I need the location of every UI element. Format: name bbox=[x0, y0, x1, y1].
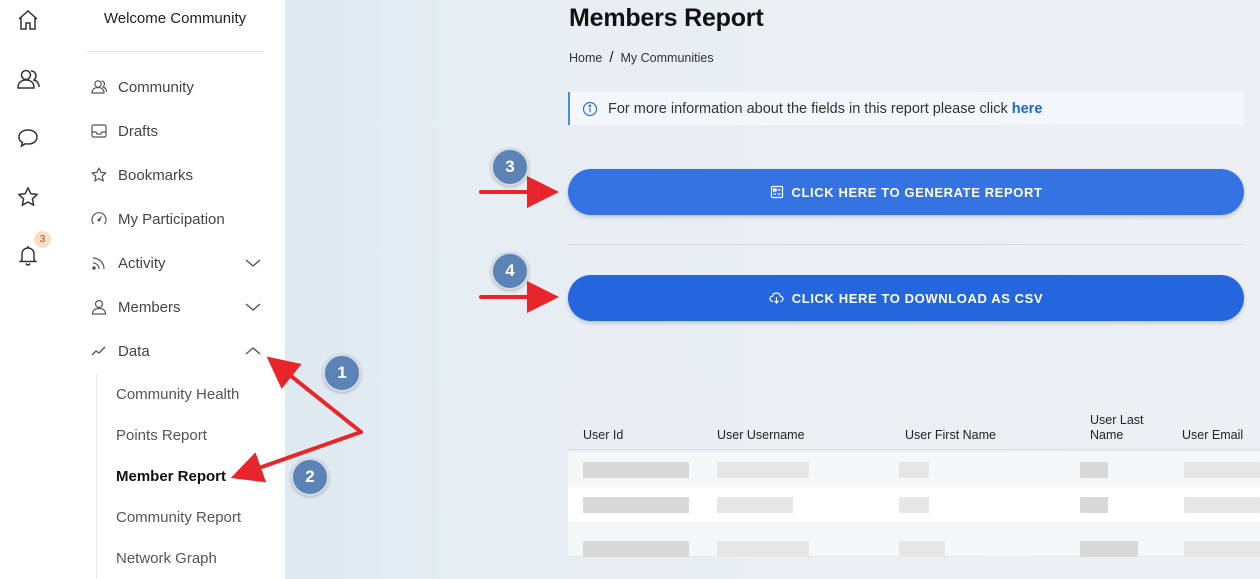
redacted-cell bbox=[899, 541, 945, 557]
redacted-cell bbox=[1184, 462, 1260, 478]
rss-icon bbox=[88, 254, 110, 272]
redacted-cell bbox=[1080, 497, 1108, 513]
breadcrumb-home[interactable]: Home bbox=[569, 51, 602, 65]
sidebar-item-data[interactable]: Data bbox=[86, 336, 264, 366]
column-header[interactable]: User Id bbox=[583, 428, 623, 443]
breadcrumb-my-communities[interactable]: My Communities bbox=[621, 51, 714, 65]
download-csv-label: CLICK HERE TO DOWNLOAD AS CSV bbox=[791, 290, 1044, 306]
generate-report-label: CLICK HERE TO GENERATE REPORT bbox=[791, 184, 1043, 200]
redacted-cell bbox=[583, 497, 689, 513]
submenu-item-community-report[interactable]: Community Report bbox=[116, 509, 241, 526]
sidebar-item-label: Community bbox=[118, 78, 194, 96]
chevron-down-icon[interactable] bbox=[244, 254, 262, 272]
step-marker-3: 3 bbox=[491, 148, 529, 186]
icon-rail: 3 bbox=[0, 0, 64, 579]
step-marker-2: 2 bbox=[291, 458, 329, 496]
sidebar-item-drafts[interactable]: Drafts bbox=[86, 116, 264, 146]
sidebar-item-label: Drafts bbox=[118, 122, 159, 140]
home-icon[interactable] bbox=[14, 6, 42, 34]
trend-icon bbox=[88, 342, 110, 360]
table-header: User Id User Username User First Name Us… bbox=[568, 410, 1260, 450]
sidebar-item-label: Activity bbox=[118, 254, 166, 272]
sidebar-item-label: Data bbox=[118, 342, 150, 360]
star-outline-icon bbox=[88, 166, 110, 184]
cloud-download-icon bbox=[769, 291, 784, 305]
column-header[interactable]: User Email bbox=[1182, 428, 1243, 443]
generate-report-button[interactable]: CLICK HERE TO GENERATE REPORT bbox=[568, 169, 1244, 215]
table-row[interactable] bbox=[568, 452, 1260, 487]
chevron-up-icon[interactable] bbox=[244, 342, 262, 360]
column-header[interactable]: User Username bbox=[717, 428, 805, 443]
sidebar-item-members[interactable]: Members bbox=[86, 292, 264, 322]
person-icon bbox=[88, 298, 110, 316]
info-text: For more information about the fields in… bbox=[608, 100, 1008, 117]
sidebar-item-label: Members bbox=[118, 298, 181, 316]
submenu-rail bbox=[96, 374, 97, 579]
column-header[interactable]: User First Name bbox=[905, 428, 996, 443]
chevron-down-icon[interactable] bbox=[244, 298, 262, 316]
submenu-item-member-report[interactable]: Member Report bbox=[116, 468, 226, 485]
chat-icon[interactable] bbox=[14, 124, 42, 152]
breadcrumb-separator: / bbox=[609, 49, 614, 66]
submenu-item-community-health[interactable]: Community Health bbox=[116, 386, 239, 403]
sidebar-item-my-participation[interactable]: My Participation bbox=[86, 204, 264, 234]
submenu-item-network-graph[interactable]: Network Graph bbox=[116, 550, 217, 567]
redacted-cell bbox=[899, 497, 929, 513]
report-icon bbox=[770, 185, 784, 199]
redacted-cell bbox=[1184, 541, 1260, 557]
redacted-cell bbox=[717, 541, 809, 557]
sidebar-item-bookmarks[interactable]: Bookmarks bbox=[86, 160, 264, 190]
download-csv-button[interactable]: CLICK HERE TO DOWNLOAD AS CSV bbox=[568, 275, 1244, 321]
gauge-icon bbox=[88, 210, 110, 228]
divider bbox=[568, 244, 1244, 245]
divider bbox=[86, 51, 264, 52]
redacted-cell bbox=[583, 541, 689, 557]
sidebar-item-activity[interactable]: Activity bbox=[86, 248, 264, 278]
redacted-cell bbox=[1080, 541, 1138, 557]
redacted-cell bbox=[1184, 497, 1260, 513]
redacted-cell bbox=[583, 462, 689, 478]
submenu-item-points-report[interactable]: Points Report bbox=[116, 427, 207, 444]
info-icon bbox=[582, 101, 598, 117]
notification-badge: 3 bbox=[34, 231, 51, 248]
redacted-cell bbox=[899, 462, 929, 478]
table-row[interactable] bbox=[568, 522, 1260, 557]
page-title: Members Report bbox=[569, 4, 764, 32]
redacted-cell bbox=[717, 462, 809, 478]
community-icon bbox=[88, 78, 110, 96]
step-marker-1: 1 bbox=[323, 354, 361, 392]
column-header[interactable]: User Last Name bbox=[1090, 413, 1150, 443]
table-row[interactable] bbox=[568, 487, 1260, 522]
inbox-icon bbox=[88, 122, 110, 140]
community-title: Welcome Community bbox=[103, 10, 247, 27]
info-banner: For more information about the fields in… bbox=[568, 92, 1244, 125]
breadcrumb: Home / My Communities bbox=[569, 49, 714, 66]
sidebar: Welcome Community Community Drafts Bookm… bbox=[64, 0, 285, 579]
people-icon[interactable] bbox=[14, 66, 42, 94]
star-icon[interactable] bbox=[14, 183, 42, 211]
sidebar-item-community[interactable]: Community bbox=[86, 72, 264, 102]
info-link[interactable]: here bbox=[1012, 101, 1043, 117]
sidebar-item-label: My Participation bbox=[118, 210, 225, 228]
redacted-cell bbox=[717, 497, 793, 513]
step-marker-4: 4 bbox=[491, 252, 529, 290]
sidebar-item-label: Bookmarks bbox=[118, 166, 194, 184]
redacted-cell bbox=[1080, 462, 1108, 478]
